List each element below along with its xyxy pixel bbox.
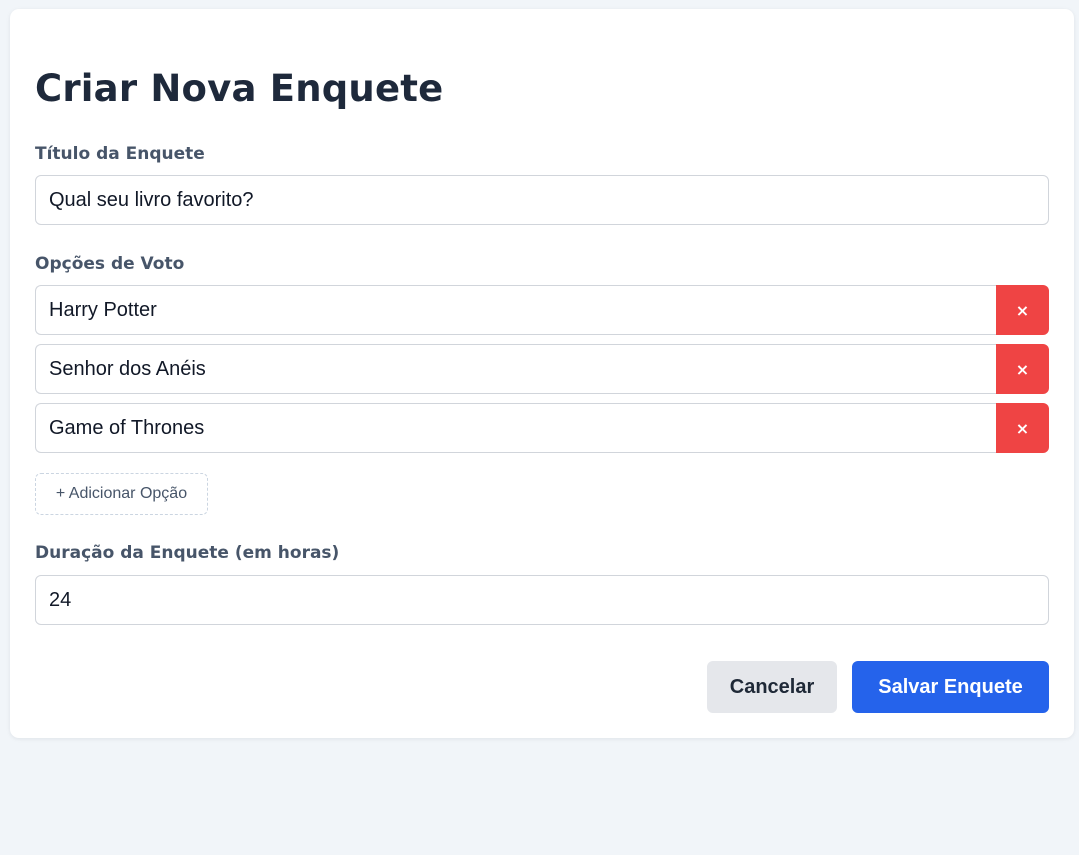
option-row: × (35, 403, 1049, 453)
option-row: × (35, 344, 1049, 394)
remove-option-button[interactable]: × (996, 344, 1049, 394)
option-row: × (35, 285, 1049, 335)
close-icon: × (1015, 300, 1030, 320)
cancel-button[interactable]: Cancelar (707, 661, 837, 713)
option-input[interactable] (35, 344, 996, 394)
duration-input[interactable] (35, 575, 1049, 625)
remove-option-button[interactable]: × (996, 285, 1049, 335)
remove-option-button[interactable]: × (996, 403, 1049, 453)
option-input[interactable] (35, 403, 996, 453)
poll-title-label: Título da Enquete (35, 144, 205, 164)
close-icon: × (1015, 359, 1030, 379)
poll-title-input[interactable] (35, 175, 1049, 225)
close-icon: × (1015, 418, 1030, 438)
add-option-button[interactable]: + Adicionar Opção (35, 473, 208, 515)
save-poll-button[interactable]: Salvar Enquete (852, 661, 1049, 713)
poll-form-card: Criar Nova Enquete Título da Enquete Opç… (10, 9, 1074, 738)
option-input[interactable] (35, 285, 996, 335)
duration-label: Duração da Enquete (em horas) (35, 543, 340, 563)
options-label: Opções de Voto (35, 254, 185, 274)
page-title: Criar Nova Enquete (35, 67, 444, 110)
